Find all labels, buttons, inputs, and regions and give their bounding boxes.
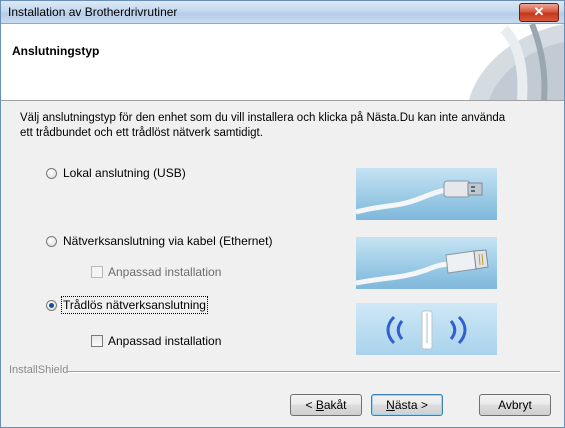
back-button-prefix: < xyxy=(305,398,316,412)
wireless-image xyxy=(356,303,497,355)
back-button[interactable]: < Bakåt xyxy=(290,394,362,416)
back-button-label: akåt xyxy=(323,398,347,412)
title-bar[interactable]: Installation av Brotherdrivrutiner ✕ xyxy=(1,1,564,24)
back-button-accel: B xyxy=(315,398,324,412)
radio-usb[interactable]: Lokal anslutning (USB) xyxy=(46,166,186,180)
installer-window: Installation av Brotherdrivrutiner ✕ Ans… xyxy=(0,0,565,428)
installshield-label: InstallShield xyxy=(9,364,69,376)
page-title: Anslutningstyp xyxy=(12,44,100,58)
radio-button-ethernet[interactable] xyxy=(46,235,57,247)
window-title: Installation av Brotherdrivrutiner xyxy=(8,5,178,19)
cancel-button-label: Avbryt xyxy=(498,398,532,412)
radio-usb-label: Lokal anslutning (USB) xyxy=(63,166,186,180)
cancel-button[interactable]: Avbryt xyxy=(479,394,551,416)
header-graphic-icon xyxy=(434,24,564,100)
usb-cable-image xyxy=(356,168,497,220)
radio-button-usb[interactable] xyxy=(46,167,57,179)
radio-ethernet[interactable]: Nätverksanslutning via kabel (Ethernet) xyxy=(46,234,272,248)
next-button[interactable]: Nästa > xyxy=(371,394,443,416)
ethernet-cable-image xyxy=(356,237,497,289)
radio-ethernet-label: Nätverksanslutning via kabel (Ethernet) xyxy=(63,234,273,248)
close-icon: ✕ xyxy=(533,4,545,19)
header-panel: Anslutningstyp xyxy=(1,24,564,101)
checkbox-ethernet-custom-box[interactable] xyxy=(91,266,103,278)
checkbox-ethernet-custom-label: Anpassad installation xyxy=(108,265,222,279)
checkbox-wireless-custom[interactable]: Anpassad installation xyxy=(91,334,221,348)
usb-plug-icon xyxy=(356,180,483,215)
next-button-accel: N xyxy=(386,398,395,412)
checkbox-wireless-custom-label: Anpassad installation xyxy=(108,334,222,348)
checkbox-wireless-custom-box[interactable] xyxy=(91,335,103,347)
footer-separator xyxy=(68,371,560,373)
radio-button-wireless[interactable] xyxy=(46,299,57,311)
radio-wireless[interactable]: Trådlös nätverksanslutning xyxy=(46,296,208,314)
radio-wireless-label: Trådlös nätverksanslutning xyxy=(61,296,208,314)
instruction-text: Välj anslutningstyp för den enhet som du… xyxy=(20,112,506,139)
checkbox-ethernet-custom[interactable]: Anpassad installation xyxy=(91,265,221,279)
wireless-signal-icon xyxy=(386,310,467,350)
ethernet-plug-icon xyxy=(356,249,489,286)
next-button-label: ästa > xyxy=(394,398,428,412)
close-button[interactable]: ✕ xyxy=(519,3,559,22)
